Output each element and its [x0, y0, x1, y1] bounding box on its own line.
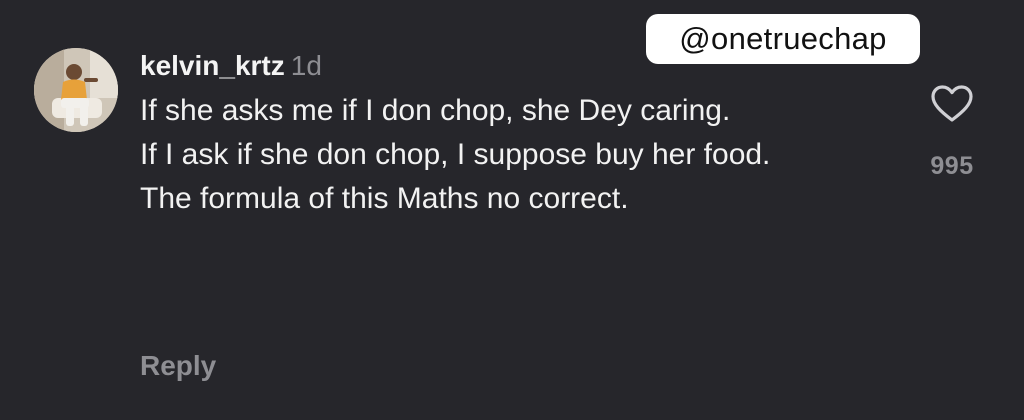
comment-screenshot: @onetruechap kelvin_krtz 1d If she asks m… — [0, 0, 1024, 420]
comment-username[interactable]: kelvin_krtz — [140, 50, 285, 81]
comment-paragraph: If I ask if she don chop, I suppose buy … — [140, 138, 771, 171]
comment-block: kelvin_krtz 1d If she asks me if I don ch… — [140, 46, 880, 218]
avatar[interactable] — [34, 48, 118, 132]
comment-timestamp: 1d — [290, 50, 322, 81]
comment-header: kelvin_krtz 1d — [140, 46, 880, 86]
like-count: 995 — [930, 152, 974, 180]
reply-button[interactable]: Reply — [140, 346, 216, 386]
heart-outline-icon[interactable] — [930, 84, 974, 124]
avatar-photo-icon — [34, 48, 118, 132]
comment-text: If she asks me if I don chop, she Dey ca… — [140, 92, 880, 218]
comment-paragraph: The formula of this Maths no correct. — [140, 182, 629, 215]
like-control: 995 — [920, 84, 984, 181]
comment-paragraph: If she asks me if I don chop, she Dey ca… — [140, 94, 731, 127]
